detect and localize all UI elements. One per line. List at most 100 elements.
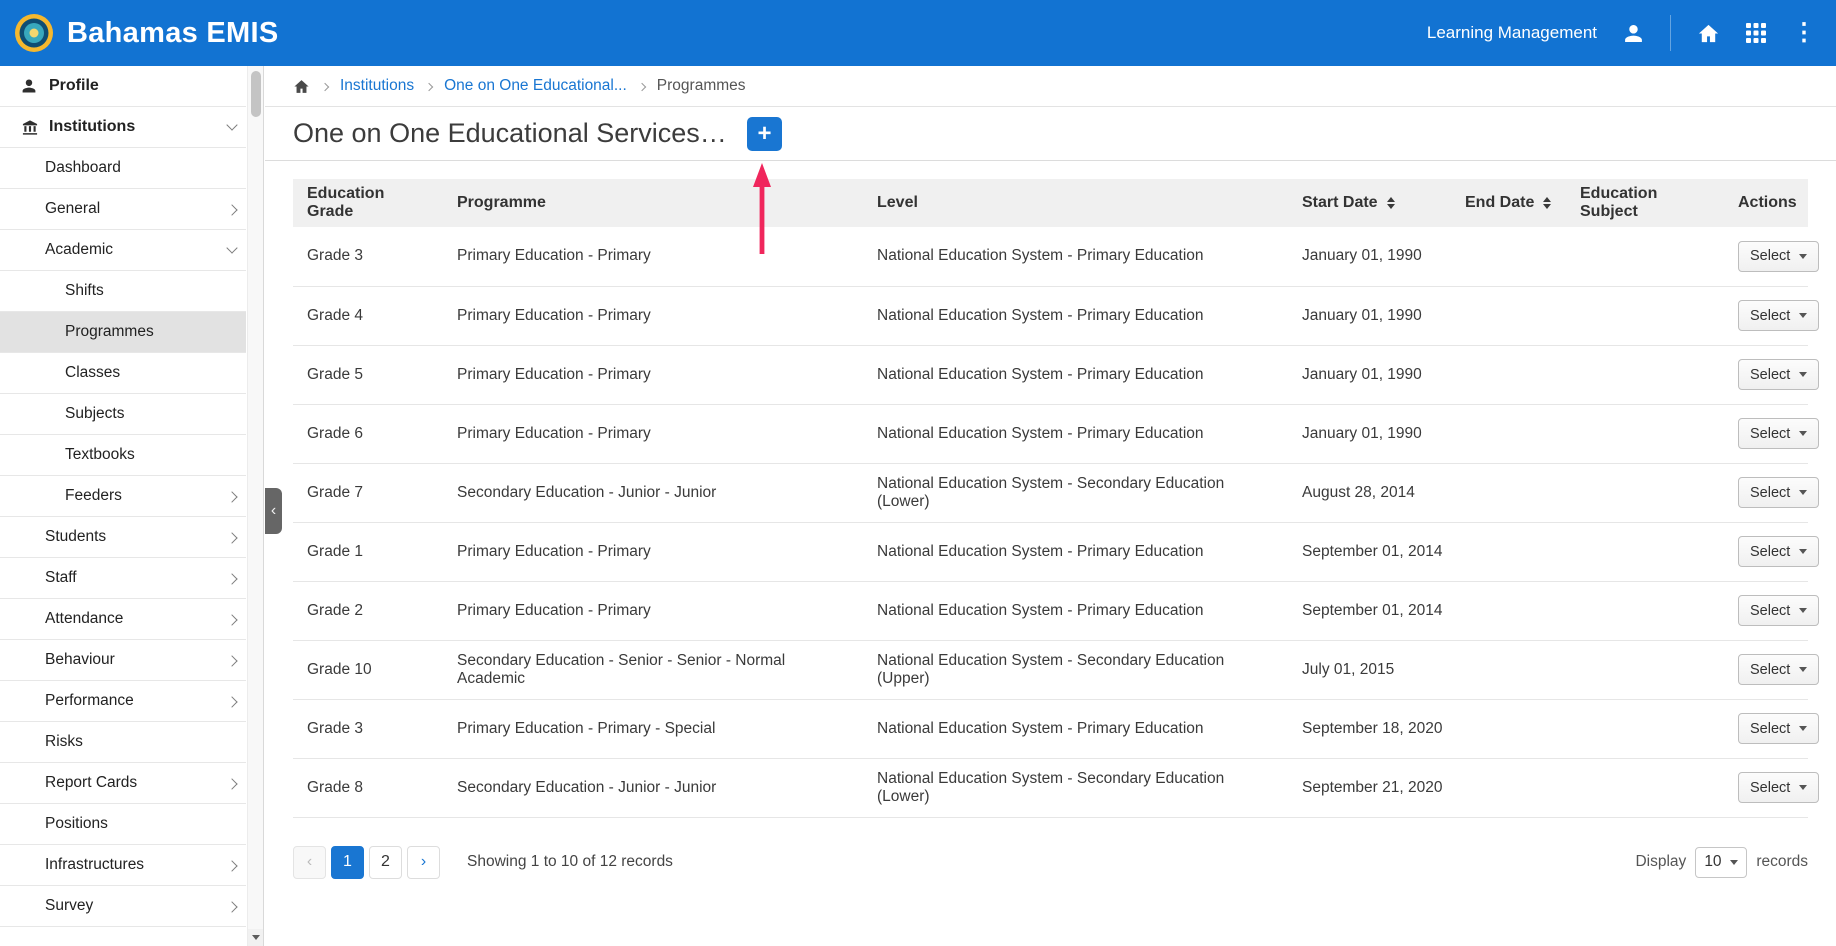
sidebar-item-institutions[interactable]: Institutions xyxy=(0,107,246,148)
table-row: Grade 10 Secondary Education - Senior - … xyxy=(293,640,1820,700)
chevron-down-icon xyxy=(226,242,238,254)
cell-education-subject xyxy=(1566,758,1724,818)
sidebar-item-label: Performance xyxy=(45,692,134,709)
row-select-button[interactable]: Select xyxy=(1738,300,1820,331)
sidebar-item-general[interactable]: General xyxy=(0,189,246,230)
cell-education-subject xyxy=(1566,699,1724,759)
more-menu-icon[interactable]: ⋮ xyxy=(1792,21,1816,45)
cell-level: National Education System - Primary Educ… xyxy=(863,227,1288,287)
sidebar-item-risks[interactable]: Risks xyxy=(0,722,246,763)
row-select-button[interactable]: Select xyxy=(1738,477,1820,508)
pagination-page-2-button[interactable]: 2 xyxy=(369,845,402,879)
sidebar-item-subjects[interactable]: Subjects xyxy=(0,394,246,435)
sidebar-item-textbooks[interactable]: Textbooks xyxy=(0,435,246,476)
user-icon[interactable] xyxy=(1623,23,1644,44)
main-content: Institutions One on One Educational... P… xyxy=(265,66,1836,946)
learning-management-link[interactable]: Learning Management xyxy=(1427,23,1597,43)
sidebar-item-staff[interactable]: Staff xyxy=(0,558,246,599)
sidebar-item-academic[interactable]: Academic xyxy=(0,230,246,271)
cell-actions: Select xyxy=(1724,758,1820,818)
row-select-button[interactable]: Select xyxy=(1738,536,1820,567)
sidebar-item-report-cards[interactable]: Report Cards xyxy=(0,763,246,804)
sidebar-scrollbar[interactable] xyxy=(247,66,263,946)
cell-education-grade: Grade 3 xyxy=(293,227,443,287)
header-end-date[interactable]: End Date xyxy=(1451,179,1566,227)
row-select-button[interactable]: Select xyxy=(1738,654,1820,685)
sidebar-collapse-handle[interactable]: ‹ xyxy=(265,488,282,534)
cell-end-date xyxy=(1451,463,1566,523)
table-row: Grade 4 Primary Education - Primary Nati… xyxy=(293,286,1820,346)
showing-records-text: Showing 1 to 10 of 12 records xyxy=(467,853,673,870)
institution-icon xyxy=(21,119,39,136)
sidebar-item-classes[interactable]: Classes xyxy=(0,353,246,394)
cell-actions: Select xyxy=(1724,227,1820,287)
sidebar-item-label: Classes xyxy=(65,364,121,381)
sidebar-item-label: Infrastructures xyxy=(45,856,145,873)
sort-icon[interactable] xyxy=(1543,196,1552,209)
cell-programme: Primary Education - Primary xyxy=(443,286,863,346)
cell-programme: Secondary Education - Junior - Junior xyxy=(443,463,863,523)
breadcrumb-home-icon[interactable] xyxy=(293,78,310,95)
pagination-prev-button[interactable]: ‹ xyxy=(293,845,326,879)
sidebar-item-label: Shifts xyxy=(65,282,104,299)
table-row: Grade 5 Primary Education - Primary Nati… xyxy=(293,345,1820,405)
sidebar-item-programmes[interactable]: Programmes xyxy=(0,312,246,353)
sidebar-item-performance[interactable]: Performance xyxy=(0,681,246,722)
sidebar-item-survey[interactable]: Survey xyxy=(0,886,246,927)
cell-level: National Education System - Primary Educ… xyxy=(863,522,1288,582)
cell-programme: Primary Education - Primary xyxy=(443,227,863,287)
apps-grid-icon[interactable] xyxy=(1746,23,1766,43)
sidebar-item-profile[interactable]: Profile xyxy=(0,66,246,107)
display-count-dropdown[interactable]: 10 xyxy=(1695,846,1748,878)
row-select-button[interactable]: Select xyxy=(1738,595,1820,626)
pagination-page-1-button[interactable]: 1 xyxy=(331,845,364,879)
sidebar-item-attendance[interactable]: Attendance xyxy=(0,599,246,640)
table-row: Grade 7 Secondary Education - Junior - J… xyxy=(293,463,1820,523)
chevron-down-icon xyxy=(1799,490,1808,495)
cell-start-date: January 01, 1990 xyxy=(1288,227,1451,287)
sidebar-item-label: Attendance xyxy=(45,610,124,627)
cell-start-date: January 01, 1990 xyxy=(1288,404,1451,464)
breadcrumb-institution-name-link[interactable]: One on One Educational... xyxy=(444,77,627,95)
header-start-date[interactable]: Start Date xyxy=(1288,179,1451,227)
breadcrumb-institutions-link[interactable]: Institutions xyxy=(340,77,414,95)
cell-level: National Education System - Secondary Ed… xyxy=(863,640,1288,700)
row-select-button[interactable]: Select xyxy=(1738,713,1820,744)
scrollbar-thumb[interactable] xyxy=(251,71,261,117)
sidebar-item-label: Institutions xyxy=(49,118,136,135)
scrollbar-down-button[interactable] xyxy=(248,929,263,946)
chevron-down-icon xyxy=(1799,667,1808,672)
cell-end-date xyxy=(1451,227,1566,287)
table-row: Grade 6 Primary Education - Primary Nati… xyxy=(293,404,1820,464)
sidebar-item-positions[interactable]: Positions xyxy=(0,804,246,845)
display-label: Display xyxy=(1635,853,1687,870)
programmes-table-container: Education Grade Programme Level Start Da… xyxy=(265,161,1836,818)
row-select-button[interactable]: Select xyxy=(1738,359,1820,390)
sidebar-item-behaviour[interactable]: Behaviour xyxy=(0,640,246,681)
sidebar-item-label: Report Cards xyxy=(45,774,138,791)
cell-programme: Primary Education - Primary xyxy=(443,522,863,582)
cell-education-grade: Grade 5 xyxy=(293,345,443,405)
cell-programme: Secondary Education - Junior - Junior xyxy=(443,758,863,818)
sidebar-item-label: Profile xyxy=(49,77,99,94)
sidebar-item-shifts[interactable]: Shifts xyxy=(0,271,246,312)
cell-level: National Education System - Secondary Ed… xyxy=(863,758,1288,818)
row-select-button[interactable]: Select xyxy=(1738,418,1820,449)
sidebar-item-feeders[interactable]: Feeders xyxy=(0,476,246,517)
sidebar-item-label: Risks xyxy=(45,733,83,750)
pagination-next-button[interactable]: › xyxy=(407,845,440,879)
chevron-down-icon xyxy=(1799,431,1808,436)
chevron-right-icon xyxy=(637,82,647,91)
select-label: Select xyxy=(1750,543,1791,560)
sidebar-item-dashboard[interactable]: Dashboard xyxy=(0,148,246,189)
select-label: Select xyxy=(1750,248,1791,265)
sidebar-item-students[interactable]: Students xyxy=(0,517,246,558)
home-icon[interactable] xyxy=(1697,22,1720,45)
add-programme-button[interactable]: + xyxy=(747,117,782,151)
row-select-button[interactable]: Select xyxy=(1738,772,1820,803)
sidebar-item-infrastructures[interactable]: Infrastructures xyxy=(0,845,246,886)
sort-icon[interactable] xyxy=(1386,196,1395,209)
cell-end-date xyxy=(1451,286,1566,346)
cell-education-grade: Grade 10 xyxy=(293,640,443,700)
row-select-button[interactable]: Select xyxy=(1738,240,1820,272)
